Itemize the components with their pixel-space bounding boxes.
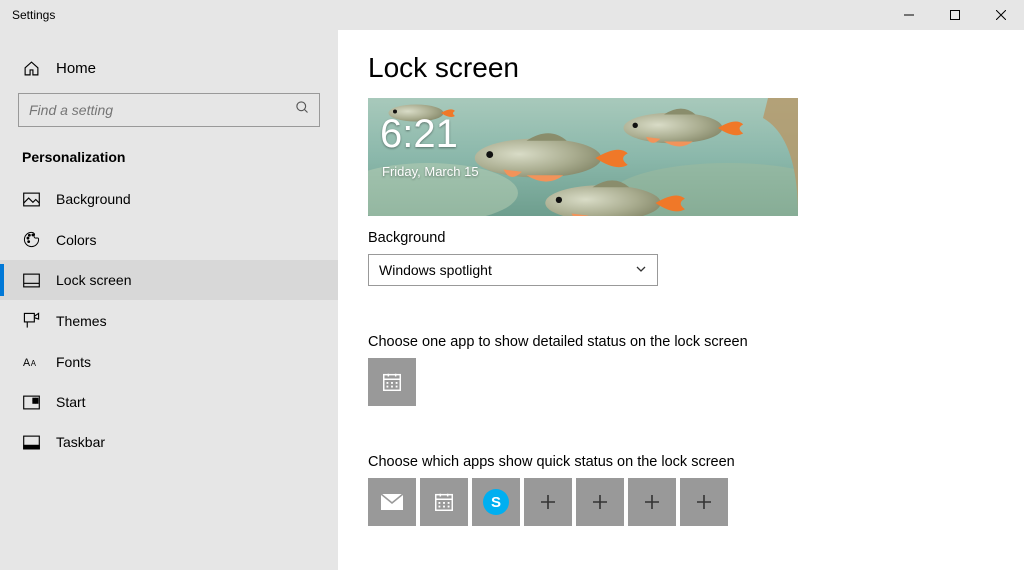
detailed-status-app-button[interactable] [368, 358, 416, 406]
home-label: Home [56, 60, 96, 77]
page-title: Lock screen [368, 52, 994, 84]
sidebar: Home Personalization Background Colors [0, 30, 338, 570]
font-icon: AA [22, 353, 40, 370]
sidebar-item-label: Colors [56, 232, 96, 248]
background-label: Background [368, 230, 994, 246]
svg-text:A: A [23, 357, 31, 369]
quick-status-app-mail[interactable] [368, 478, 416, 526]
quick-status-add-1[interactable] [524, 478, 572, 526]
search-input[interactable] [18, 93, 320, 127]
preview-date: Friday, March 15 [382, 164, 479, 179]
quick-status-label: Choose which apps show quick status on t… [368, 454, 994, 470]
sidebar-item-colors[interactable]: Colors [0, 219, 338, 260]
svg-text:A: A [30, 359, 36, 368]
plus-icon [695, 493, 713, 511]
quick-status-add-3[interactable] [628, 478, 676, 526]
sidebar-item-label: Fonts [56, 354, 91, 370]
sidebar-item-lock-screen[interactable]: Lock screen [0, 260, 338, 300]
sidebar-item-themes[interactable]: Themes [0, 300, 338, 341]
close-button[interactable] [978, 0, 1024, 30]
sidebar-item-label: Themes [56, 313, 107, 329]
lockscreen-icon [22, 273, 40, 288]
image-icon [22, 192, 40, 207]
plus-icon [643, 493, 661, 511]
main-content: Lock screen [338, 30, 1024, 570]
calendar-icon [433, 491, 455, 513]
brush-icon [22, 312, 40, 329]
quick-status-add-2[interactable] [576, 478, 624, 526]
sidebar-item-start[interactable]: Start [0, 382, 338, 422]
window-title: Settings [12, 8, 55, 22]
quick-status-app-skype[interactable]: S [472, 478, 520, 526]
maximize-button[interactable] [932, 0, 978, 30]
preview-time: 6:21 [380, 112, 458, 157]
sidebar-item-label: Taskbar [56, 434, 105, 450]
category-heading: Personalization [0, 149, 338, 179]
sidebar-item-label: Start [56, 394, 86, 410]
detailed-status-label: Choose one app to show detailed status o… [368, 334, 994, 350]
plus-icon [591, 493, 609, 511]
sidebar-item-fonts[interactable]: AA Fonts [0, 341, 338, 382]
skype-icon: S [483, 489, 509, 515]
dropdown-value: Windows spotlight [379, 262, 492, 278]
search-icon [295, 100, 310, 120]
lockscreen-preview: 6:21 Friday, March 15 [368, 98, 798, 216]
minimize-button[interactable] [886, 0, 932, 30]
sidebar-item-background[interactable]: Background [0, 179, 338, 219]
taskbar-icon [22, 435, 40, 450]
plus-icon [539, 493, 557, 511]
sidebar-item-taskbar[interactable]: Taskbar [0, 422, 338, 462]
home-button[interactable]: Home [0, 50, 338, 93]
titlebar: Settings [0, 0, 1024, 30]
quick-status-app-calendar[interactable] [420, 478, 468, 526]
palette-icon [22, 231, 40, 248]
quick-status-add-4[interactable] [680, 478, 728, 526]
mail-icon [380, 493, 404, 511]
maximize-icon [950, 10, 960, 20]
start-icon [22, 395, 40, 410]
sidebar-item-label: Background [56, 191, 131, 207]
minimize-icon [904, 10, 914, 20]
calendar-icon [381, 371, 403, 393]
close-icon [996, 10, 1006, 20]
chevron-down-icon [635, 262, 647, 278]
sidebar-item-label: Lock screen [56, 272, 131, 288]
background-dropdown[interactable]: Windows spotlight [368, 254, 658, 286]
home-icon [22, 60, 40, 77]
